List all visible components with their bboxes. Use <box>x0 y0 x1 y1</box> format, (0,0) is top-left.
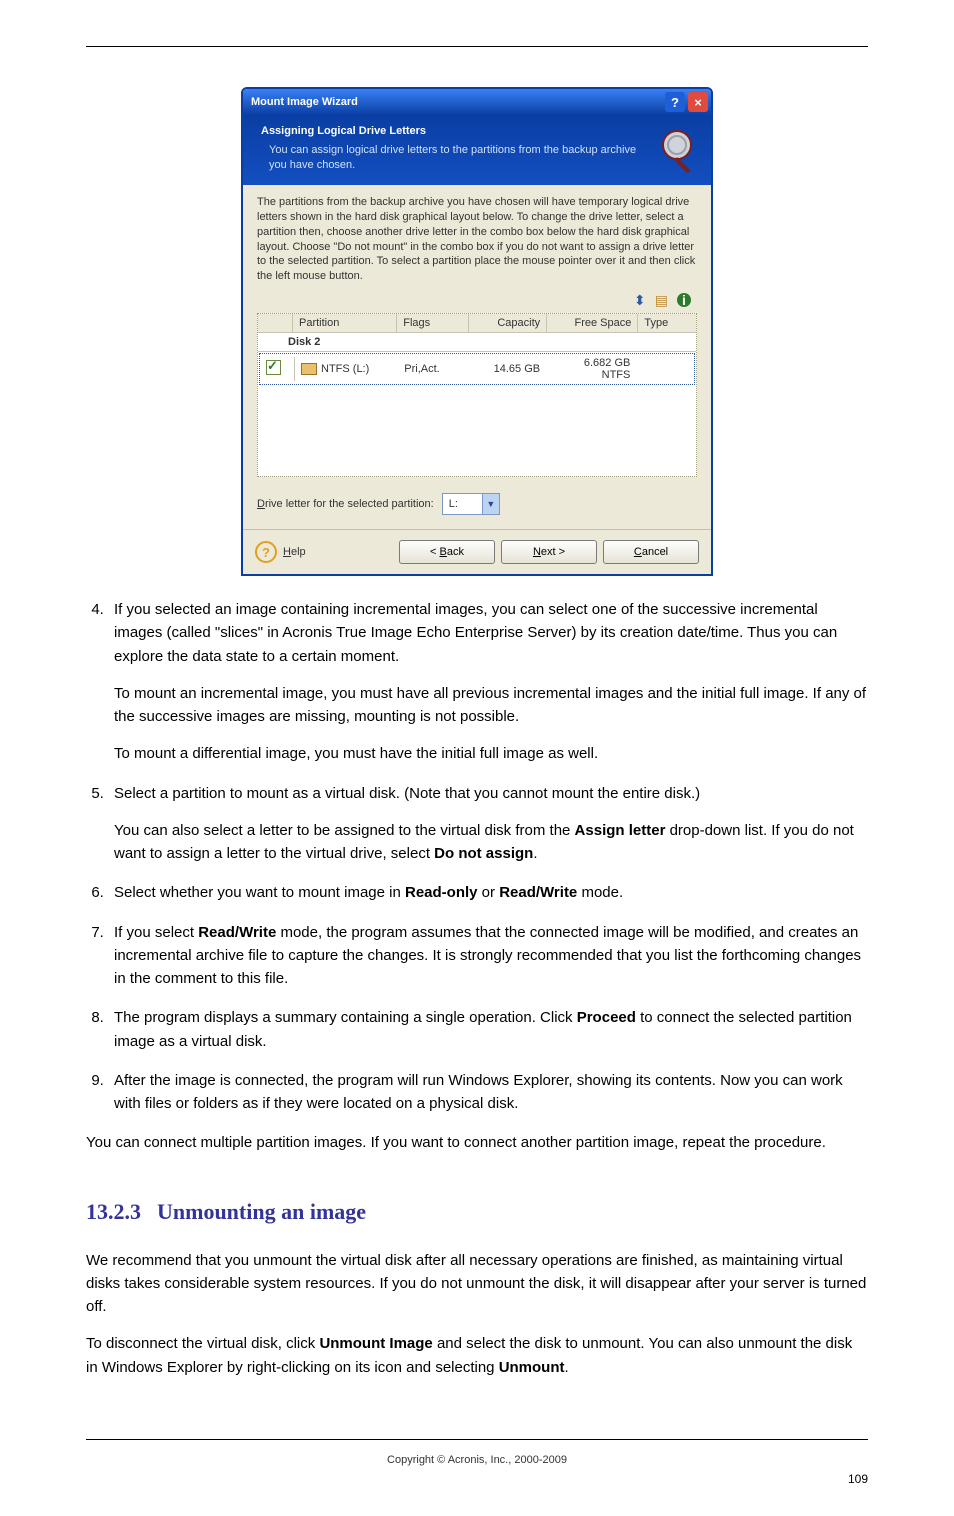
drive-letter-value: L: <box>443 498 482 510</box>
wizard-banner-icon <box>653 125 701 173</box>
page-number: 109 <box>86 1472 868 1486</box>
col-type[interactable]: Type <box>638 314 696 332</box>
list-item: Select whether you want to mount image i… <box>108 881 868 904</box>
list-item: If you selected an image containing incr… <box>108 598 868 766</box>
wizard-banner-subtitle: You can assign logical drive letters to … <box>261 143 643 173</box>
columns-icon[interactable]: ▤ <box>655 292 668 308</box>
help-icon: ? <box>255 541 277 563</box>
drive-letter-combo[interactable]: L: ▼ <box>442 493 500 515</box>
disk-group-label: Disk 2 <box>258 333 696 352</box>
mount-image-wizard: Mount Image Wizard ? × Assigning Logical… <box>241 87 713 576</box>
wizard-title: Mount Image Wizard <box>251 96 662 108</box>
drive-letter-row: Drive letter for the selected partition:… <box>257 493 697 515</box>
drive-letter-label: Drive letter for the selected partition: <box>257 498 434 510</box>
wizard-banner: Assigning Logical Drive Letters You can … <box>243 115 711 185</box>
partition-capacity: 14.65 GB <box>469 360 546 378</box>
wizard-footer: ? Help < Back Next > Cancel <box>243 529 711 574</box>
partition-checkbox[interactable] <box>266 360 281 375</box>
help-link[interactable]: ? Help <box>255 541 306 563</box>
partition-row[interactable]: NTFS (L:) Pri,Act. 14.65 GB 6.682 GB NTF… <box>259 353 695 385</box>
volume-icon <box>301 363 317 375</box>
titlebar-close-button[interactable]: × <box>688 92 708 112</box>
document-body: If you selected an image containing incr… <box>86 598 868 1379</box>
wizard-banner-title: Assigning Logical Drive Letters <box>261 125 643 137</box>
col-flags[interactable]: Flags <box>397 314 469 332</box>
paragraph: To disconnect the virtual disk, click Un… <box>86 1332 868 1379</box>
wizard-titlebar: Mount Image Wizard ? × <box>243 89 711 115</box>
cancel-button[interactable]: Cancel <box>603 540 699 564</box>
col-capacity[interactable]: Capacity <box>469 314 547 332</box>
chevron-down-icon: ▼ <box>482 494 499 514</box>
sort-icon[interactable]: ⬍ <box>634 292 646 308</box>
top-rule <box>86 46 868 47</box>
partition-flags: Pri,Act. <box>398 360 469 378</box>
col-partition[interactable]: Partition <box>293 314 397 332</box>
back-button[interactable]: < Back <box>399 540 495 564</box>
table-header: Partition Flags Capacity Free Space Type <box>258 314 696 333</box>
info-icon[interactable]: i <box>677 293 691 307</box>
bottom-rule <box>86 1439 868 1440</box>
partition-free: 6.682 GB <box>584 357 630 369</box>
partition-name: NTFS (L:) <box>321 363 369 375</box>
paragraph: We recommend that you unmount the virtua… <box>86 1249 868 1319</box>
titlebar-help-button[interactable]: ? <box>665 92 685 112</box>
list-item: Select a partition to mount as a virtual… <box>108 782 868 866</box>
section-heading: 13.2.3Unmounting an image <box>86 1195 868 1229</box>
copyright: Copyright © Acronis, Inc., 2000-2009 <box>86 1454 868 1466</box>
list-item: After the image is connected, the progra… <box>108 1069 868 1116</box>
list-item: The program displays a summary containin… <box>108 1006 868 1053</box>
list-item: If you select Read/Write mode, the progr… <box>108 921 868 991</box>
col-free[interactable]: Free Space <box>547 314 638 332</box>
partition-table: Partition Flags Capacity Free Space Type… <box>257 313 697 477</box>
wizard-instructions: The partitions from the backup archive y… <box>257 195 697 284</box>
next-button[interactable]: Next > <box>501 540 597 564</box>
paragraph: You can connect multiple partition image… <box>86 1131 868 1154</box>
partition-toolbar: ⬍ ▤ i <box>257 292 691 309</box>
